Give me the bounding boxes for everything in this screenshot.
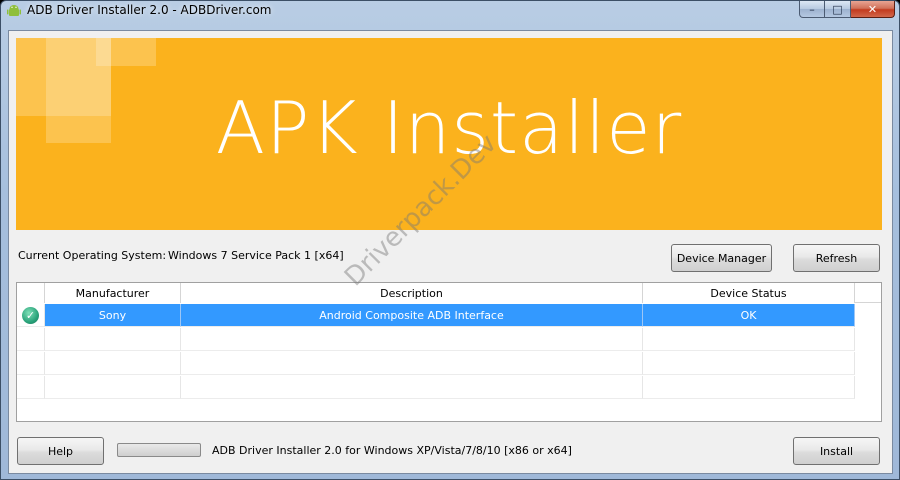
minimize-button[interactable]: – bbox=[799, 1, 825, 18]
check-icon: ✓ bbox=[22, 306, 39, 324]
maximize-icon: □ bbox=[832, 2, 843, 16]
refresh-button[interactable]: Refresh bbox=[793, 244, 880, 272]
row-check-cell: ✓ bbox=[17, 304, 45, 327]
column-header-status[interactable]: Device Status bbox=[643, 283, 855, 303]
empty-row bbox=[17, 352, 881, 375]
maximize-button[interactable]: □ bbox=[825, 1, 851, 18]
empty-cell bbox=[17, 328, 45, 351]
grid-header: Manufacturer Description Device Status bbox=[17, 283, 881, 303]
close-button[interactable]: ✕ bbox=[851, 1, 895, 18]
empty-cell bbox=[643, 352, 855, 375]
client-area: APK Installer Current Operating System: … bbox=[8, 30, 893, 474]
column-header-manufacturer[interactable]: Manufacturer bbox=[45, 283, 181, 303]
empty-cell bbox=[181, 376, 643, 399]
close-icon: ✕ bbox=[867, 2, 878, 16]
cell-manufacturer: Sony bbox=[45, 304, 181, 327]
minimize-icon: – bbox=[809, 2, 815, 16]
title-bar[interactable]: ADB Driver Installer 2.0 - ADBDriver.com… bbox=[1, 1, 899, 21]
empty-cell bbox=[643, 376, 855, 399]
android-icon bbox=[7, 5, 21, 16]
grid-header-check bbox=[17, 283, 45, 303]
empty-cell bbox=[45, 328, 181, 351]
banner-title: APK Installer bbox=[215, 86, 683, 170]
cell-status: OK bbox=[643, 304, 855, 327]
app-window: ADB Driver Installer 2.0 - ADBDriver.com… bbox=[0, 0, 900, 480]
window-title: ADB Driver Installer 2.0 - ADBDriver.com bbox=[27, 3, 272, 17]
window-controls: – □ ✕ bbox=[799, 1, 895, 19]
empty-cell bbox=[17, 376, 45, 399]
cell-description: Android Composite ADB Interface bbox=[181, 304, 643, 327]
banner: APK Installer bbox=[16, 38, 882, 230]
banner-decoration bbox=[96, 38, 156, 66]
empty-cell bbox=[45, 352, 181, 375]
device-manager-button[interactable]: Device Manager bbox=[671, 244, 772, 272]
os-label: Current Operating System: bbox=[18, 249, 167, 262]
empty-row bbox=[17, 376, 881, 399]
empty-row bbox=[17, 328, 881, 351]
empty-cell bbox=[181, 352, 643, 375]
help-button[interactable]: Help bbox=[17, 437, 104, 465]
status-text: ADB Driver Installer 2.0 for Windows XP/… bbox=[212, 444, 572, 457]
column-header-description[interactable]: Description bbox=[181, 283, 643, 303]
empty-cell bbox=[181, 328, 643, 351]
empty-cell bbox=[643, 328, 855, 351]
table-row[interactable]: ✓ Sony Android Composite ADB Interface O… bbox=[17, 304, 881, 327]
empty-cell bbox=[45, 376, 181, 399]
empty-cell bbox=[17, 352, 45, 375]
device-grid[interactable]: Manufacturer Description Device Status ✓… bbox=[16, 282, 882, 422]
os-value: Windows 7 Service Pack 1 [x64] bbox=[168, 249, 344, 262]
progress-bar bbox=[117, 443, 201, 457]
install-button[interactable]: Install bbox=[793, 437, 880, 465]
